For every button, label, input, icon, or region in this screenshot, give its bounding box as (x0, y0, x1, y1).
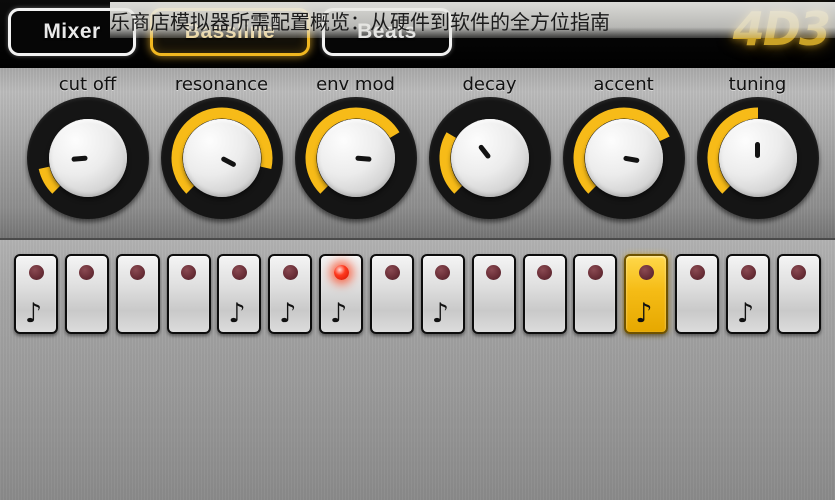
knob-pointer (623, 155, 640, 164)
step-button[interactable] (522, 254, 567, 334)
knob-accent[interactable]: accent (554, 74, 693, 234)
knob-label: cut off (58, 74, 117, 95)
step-button[interactable] (471, 254, 516, 334)
step-led-icon (689, 265, 705, 280)
step-led-icon (537, 265, 553, 280)
step-led-icon (740, 265, 756, 280)
knob-cap (718, 119, 797, 197)
step-button[interactable]: ♪ (14, 254, 58, 334)
step-led-icon (333, 265, 349, 280)
step-led-icon (435, 265, 451, 280)
step-led-icon (181, 265, 197, 280)
step-button[interactable]: ♪ (319, 254, 364, 334)
knob-label: tuning (728, 74, 787, 95)
tab-mixer-label: Mixer (43, 20, 101, 43)
rd3-synth-app: Mixer Bassline Beats 4D3 乐商店模拟器所需配置概览：从硬… (0, 0, 835, 500)
step-led-icon (282, 265, 298, 280)
knob-label: decay (462, 74, 517, 95)
music-note-icon: ♪ (737, 298, 755, 329)
knob-pointer (355, 155, 372, 162)
knob-cap (48, 119, 127, 197)
step-button[interactable] (166, 254, 211, 334)
step-button[interactable] (675, 254, 720, 334)
step-button[interactable]: ♪ (420, 254, 465, 334)
step-led-icon (130, 265, 146, 280)
music-note-icon: ♪ (635, 298, 653, 329)
knob-env-mod[interactable]: env mod (286, 74, 425, 234)
overlay-caption-banner: 乐商店模拟器所需配置概览：从硬件到软件的全方位指南 (110, 2, 835, 38)
step-button[interactable] (115, 254, 160, 334)
step-led-icon (791, 265, 807, 280)
knob-dial[interactable] (428, 97, 551, 219)
knob-dial[interactable] (294, 97, 417, 219)
step-led-icon (384, 265, 400, 280)
knob-pointer (71, 155, 88, 162)
knob-dial[interactable] (160, 97, 283, 219)
knob-tuning[interactable]: tuning (688, 74, 827, 234)
sequencer-panel: ♪♪♪♪♪♪♪ follow up accent down (0, 240, 835, 500)
knob-dial[interactable] (26, 97, 149, 219)
step-led-icon (79, 265, 95, 280)
knob-cap (316, 119, 395, 197)
knob-cap (584, 119, 663, 197)
knob-cap (450, 119, 529, 197)
knob-decay[interactable]: decay (420, 74, 559, 234)
knob-pointer (220, 155, 237, 168)
music-note-icon: ♪ (25, 298, 43, 329)
music-note-icon: ♪ (431, 298, 450, 329)
step-led-icon (638, 265, 654, 280)
knob-label: env mod (316, 74, 395, 95)
step-led-icon (28, 265, 44, 280)
music-note-icon: ♪ (330, 298, 348, 329)
knob-resonance[interactable]: resonance (152, 74, 291, 234)
step-button[interactable] (573, 254, 618, 334)
knob-dial[interactable] (696, 97, 819, 219)
knob-dial[interactable] (562, 97, 685, 219)
step-button[interactable]: ♪ (624, 254, 669, 334)
knob-cut-off[interactable]: cut off (18, 74, 157, 234)
step-button[interactable] (64, 254, 109, 334)
step-led-icon (486, 265, 502, 280)
step-button[interactable]: ♪ (268, 254, 313, 334)
step-button[interactable] (776, 254, 821, 334)
knob-pointer (755, 142, 760, 158)
knob-label: accent (593, 74, 654, 95)
knob-label: resonance (174, 74, 269, 95)
step-button[interactable]: ♪ (217, 254, 262, 334)
knob-panel: cut off resonance env mod decay accent tuning (0, 68, 835, 240)
music-note-icon: ♪ (279, 298, 297, 329)
step-led-icon (231, 265, 247, 280)
step-button[interactable] (370, 254, 415, 334)
knob-pointer (477, 143, 492, 160)
music-note-icon: ♪ (228, 298, 246, 329)
knob-cap (182, 119, 261, 197)
step-button-row: ♪ ♪ ♪ ♪ ♪ ♪ ♪ (14, 254, 821, 336)
step-button[interactable]: ♪ (726, 254, 771, 334)
step-led-icon (587, 265, 603, 280)
overlay-caption-text: 乐商店模拟器所需配置概览：从硬件到软件的全方位指南 (110, 9, 610, 34)
